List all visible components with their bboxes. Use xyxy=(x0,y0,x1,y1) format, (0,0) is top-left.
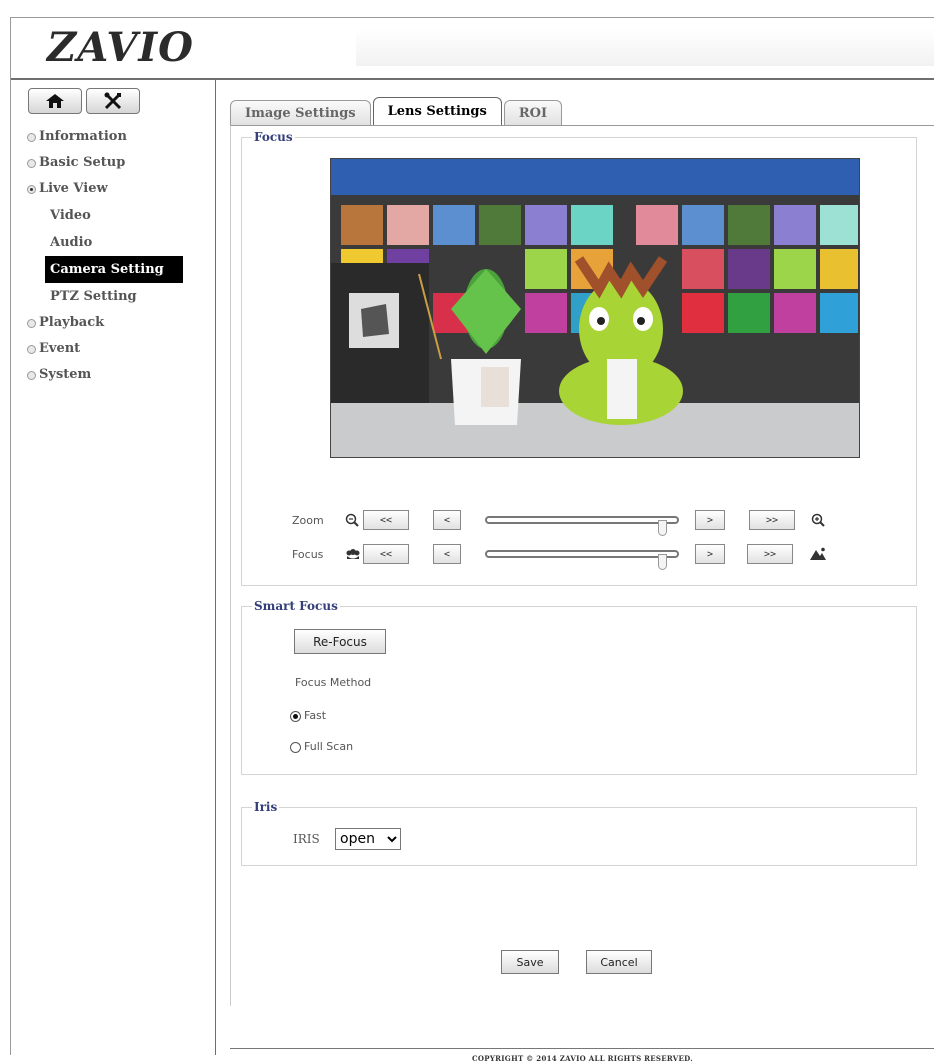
sidebar-subitem-camera-setting[interactable]: Camera Setting xyxy=(45,256,183,283)
footer-divider xyxy=(230,1048,934,1049)
focus-slider-thumb[interactable] xyxy=(658,554,668,570)
focus-far-button[interactable]: > xyxy=(695,544,725,564)
radio-fast[interactable] xyxy=(290,710,301,722)
zoom-out-button[interactable]: < xyxy=(433,510,461,530)
nav-radio-icon xyxy=(27,132,36,142)
iris-section: Iris IRIS open xyxy=(241,800,917,866)
zoom-slider-track xyxy=(485,516,679,524)
nav-radio-icon xyxy=(27,318,36,328)
smart-focus-section: Smart Focus Re-Focus Focus Method Fast F… xyxy=(241,599,917,775)
nav-radio-icon xyxy=(27,184,36,194)
tools-button[interactable] xyxy=(86,88,140,114)
tools-icon xyxy=(104,92,122,110)
zoom-in-icon xyxy=(811,513,825,527)
focus-slider-track xyxy=(485,550,679,558)
smart-focus-legend: Smart Focus xyxy=(254,599,338,613)
sidebar: Information Basic Setup Live View Video … xyxy=(11,80,216,1055)
sidebar-subitem-audio[interactable]: Audio xyxy=(27,229,183,256)
sidebar-item-live-view[interactable]: Live View xyxy=(27,176,183,202)
zoom-slider[interactable] xyxy=(473,508,691,536)
tab-image-settings[interactable]: Image Settings xyxy=(230,100,371,125)
radio-full-scan[interactable] xyxy=(290,741,301,753)
iris-label: IRIS xyxy=(293,832,320,846)
sidebar-subitem-ptz-setting[interactable]: PTZ Setting xyxy=(27,283,183,310)
iris-select[interactable]: open xyxy=(335,828,401,850)
main-content: Image Settings Lens Settings ROI Focus Z… xyxy=(216,80,934,1063)
sidebar-item-label: Basic Setup xyxy=(39,155,126,170)
focus-label: Focus xyxy=(292,547,324,561)
mountain-far-icon xyxy=(810,547,826,560)
zoom-slider-thumb[interactable] xyxy=(658,520,668,536)
app-frame: ZAVIO Information Basic Setup Live View … xyxy=(10,17,934,1063)
sidebar-nav: Information Basic Setup Live View Video … xyxy=(27,124,183,388)
tab-roi[interactable]: ROI xyxy=(503,100,563,125)
settings-tabs: Image Settings Lens Settings ROI xyxy=(230,97,563,125)
sidebar-item-label: Information xyxy=(39,129,127,144)
home-button[interactable] xyxy=(28,88,82,114)
brand-logo: ZAVIO xyxy=(47,24,194,71)
camera-preview-image xyxy=(331,159,859,457)
cancel-button[interactable]: Cancel xyxy=(586,950,652,974)
focus-far-near-button[interactable]: << xyxy=(363,544,409,564)
focus-method-label: Focus Method xyxy=(295,676,372,689)
lens-settings-panel: Focus Zoom << < > >> Focus << < > >> Sma… xyxy=(230,125,934,1006)
fast-label: Fast xyxy=(304,709,327,722)
focus-far-far-button[interactable]: >> xyxy=(747,544,793,564)
nav-radio-icon xyxy=(27,370,36,380)
sidebar-item-event[interactable]: Event xyxy=(27,336,183,362)
tab-lens-settings[interactable]: Lens Settings xyxy=(372,97,502,125)
save-button[interactable]: Save xyxy=(501,950,559,974)
focus-slider[interactable] xyxy=(473,542,691,570)
sidebar-item-basic-setup[interactable]: Basic Setup xyxy=(27,150,183,176)
focus-near-button[interactable]: < xyxy=(433,544,461,564)
zoom-far-in-button[interactable]: >> xyxy=(749,510,795,530)
focus-method-fullscan-option[interactable]: Full Scan xyxy=(290,740,353,753)
iris-legend: Iris xyxy=(254,800,278,814)
focus-method-fast-option[interactable]: Fast xyxy=(290,709,326,722)
flower-macro-icon xyxy=(346,549,360,559)
refocus-button[interactable]: Re-Focus xyxy=(294,629,386,654)
home-icon xyxy=(46,94,64,108)
sidebar-item-label: Playback xyxy=(39,315,105,330)
sidebar-item-label: Live View xyxy=(39,181,108,196)
focus-row: Focus << < > >> xyxy=(292,542,827,570)
zoom-row: Zoom << < > >> xyxy=(292,508,825,536)
full-scan-label: Full Scan xyxy=(304,740,354,753)
sidebar-item-system[interactable]: System xyxy=(27,362,183,388)
sidebar-item-playback[interactable]: Playback xyxy=(27,310,183,336)
header: ZAVIO xyxy=(11,18,934,80)
nav-radio-icon xyxy=(27,344,36,354)
header-strip xyxy=(356,28,934,66)
zoom-out-icon xyxy=(345,513,359,527)
sidebar-item-label: System xyxy=(39,367,92,382)
focus-legend: Focus xyxy=(254,130,293,144)
focus-section: Focus Zoom << < > >> Focus << < > >> xyxy=(241,130,917,586)
video-preview xyxy=(330,158,860,458)
nav-radio-icon xyxy=(27,158,36,168)
zoom-far-out-button[interactable]: << xyxy=(363,510,409,530)
footer-copyright: COPYRIGHT © 2014 ZAVIO ALL RIGHTS RESERV… xyxy=(471,1054,694,1063)
zoom-in-button[interactable]: > xyxy=(695,510,725,530)
zoom-label: Zoom xyxy=(292,513,324,527)
sidebar-item-label: Event xyxy=(39,341,81,356)
sidebar-subitem-video[interactable]: Video xyxy=(27,202,183,229)
sidebar-item-information[interactable]: Information xyxy=(27,124,183,150)
